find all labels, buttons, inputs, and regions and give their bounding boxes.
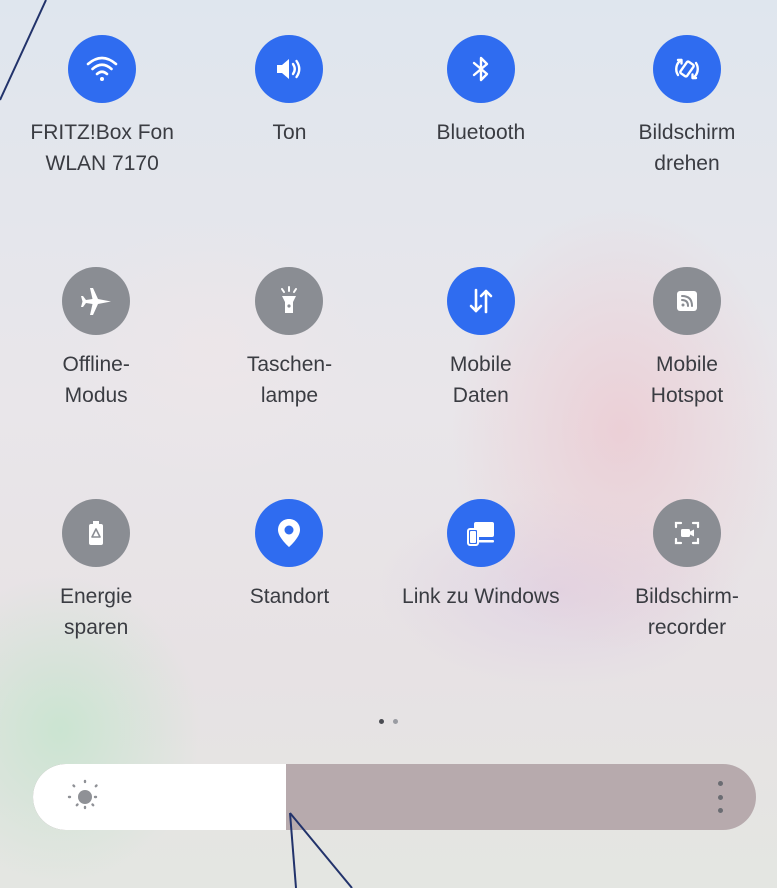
- location-pin-icon[interactable]: [255, 499, 324, 567]
- tile-flashlight[interactable]: Taschen- lampe: [192, 267, 384, 499]
- tile-label: Standort: [249, 585, 330, 608]
- brightness-slider[interactable]: [33, 764, 756, 830]
- tile-label: Mobile Hotspot: [650, 353, 724, 407]
- speaker-icon[interactable]: [255, 35, 324, 103]
- tile-wifi[interactable]: FRITZ!Box Fon WLAN 7170: [0, 35, 192, 267]
- tile-label: Bildschirm- recorder: [635, 585, 739, 639]
- data-arrows-icon[interactable]: [446, 267, 515, 335]
- tile-autorotate[interactable]: Bildschirm drehen: [577, 35, 777, 267]
- sun-icon: [67, 779, 103, 815]
- tile-power-saving[interactable]: Energie sparen: [0, 499, 192, 731]
- quick-settings-panel: FRITZ!Box Fon WLAN 7170 Ton Bluetooth Bi…: [0, 0, 777, 888]
- page-dot: [393, 719, 398, 724]
- tile-label: FRITZ!Box Fon WLAN 7170: [30, 121, 174, 175]
- hotspot-icon[interactable]: [652, 267, 721, 335]
- rotate-icon[interactable]: [652, 35, 721, 103]
- tile-link-to-windows[interactable]: Link zu Windows: [385, 499, 577, 731]
- tile-label: Bluetooth: [436, 121, 526, 144]
- airplane-icon[interactable]: [62, 267, 131, 335]
- tile-label: Link zu Windows: [402, 585, 560, 608]
- tile-label: Bildschirm drehen: [638, 121, 736, 175]
- bluetooth-icon[interactable]: [446, 35, 515, 103]
- flashlight-icon[interactable]: [255, 267, 324, 335]
- tile-bluetooth[interactable]: Bluetooth: [385, 35, 577, 267]
- page-dot-active: [379, 719, 384, 724]
- tile-label: Offline- Modus: [62, 353, 130, 407]
- tile-hotspot[interactable]: Mobile Hotspot: [577, 267, 777, 499]
- battery-icon[interactable]: [62, 499, 131, 567]
- quick-settings-grid: FRITZ!Box Fon WLAN 7170 Ton Bluetooth Bi…: [0, 35, 777, 731]
- tile-screen-recorder[interactable]: Bildschirm- recorder: [577, 499, 777, 731]
- tile-airplane[interactable]: Offline- Modus: [0, 267, 192, 499]
- tile-sound[interactable]: Ton: [192, 35, 384, 267]
- wifi-icon[interactable]: [68, 35, 137, 103]
- page-indicator[interactable]: [0, 719, 777, 724]
- screen-recorder-icon[interactable]: [652, 499, 721, 567]
- tile-label: Mobile Daten: [449, 353, 512, 407]
- tile-mobile-data[interactable]: Mobile Daten: [385, 267, 577, 499]
- tile-label: Ton: [272, 121, 307, 144]
- more-vertical-icon[interactable]: [714, 781, 726, 813]
- tile-label: Taschen- lampe: [246, 353, 333, 407]
- tile-label: Energie sparen: [59, 585, 133, 639]
- link-windows-icon[interactable]: [446, 499, 515, 567]
- tile-location[interactable]: Standort: [192, 499, 384, 731]
